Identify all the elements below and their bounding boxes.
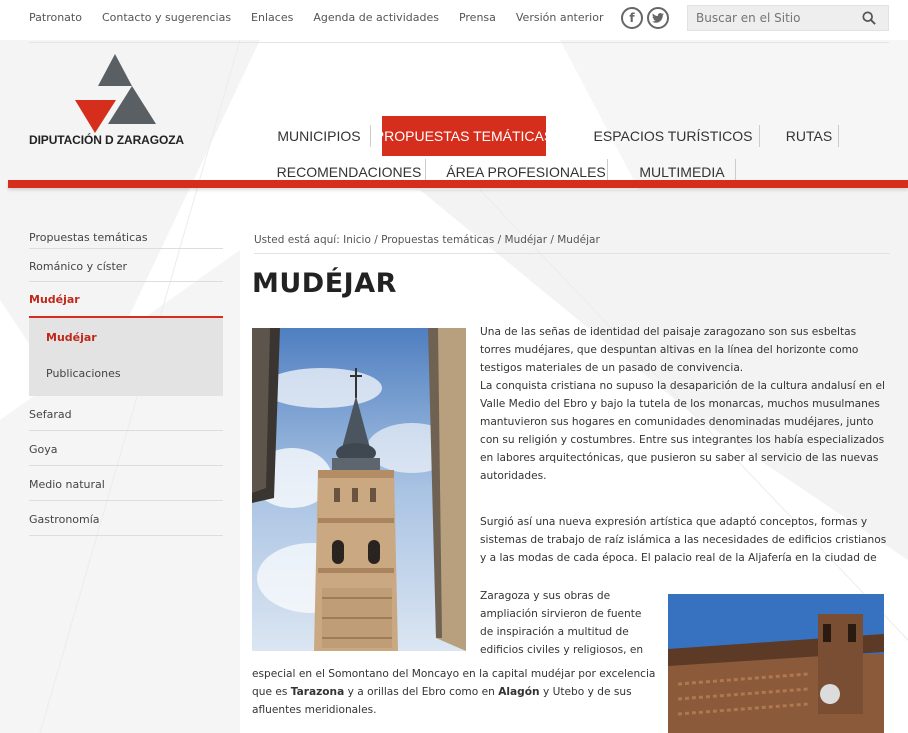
sidebar-item-romanico[interactable]: Románico y císter <box>29 249 223 282</box>
sidebar-item-sefarad[interactable]: Sefarad <box>29 396 223 431</box>
sidebar-item-label: Mudéjar <box>29 293 80 306</box>
sidebar-item-mudejar[interactable]: Mudéjar <box>29 282 223 318</box>
sidebar-item-label: Goya <box>29 443 58 456</box>
logo-text[interactable]: DIPUTACIÓN D ZARAGOZA <box>29 133 184 147</box>
sidebar: Propuestas temáticas Románico y císter M… <box>29 228 223 536</box>
sidebar-submenu: Mudéjar Publicaciones <box>29 318 223 396</box>
nav-separator <box>759 125 760 147</box>
nav-propuestas-tematicas[interactable]: PROPUESTAS TEMÁTICAS <box>375 116 553 156</box>
paragraph-5-text-b: y a orillas del Ebro como en <box>344 686 499 698</box>
top-link-contacto[interactable]: Contacto y sugerencias <box>102 11 231 24</box>
search-icon[interactable] <box>862 11 876 25</box>
search-input[interactable] <box>696 9 846 27</box>
nav-rutas[interactable]: RUTAS <box>775 116 843 156</box>
sidebar-item-label: Románico y císter <box>29 260 128 273</box>
top-links: Patronato Contacto y sugerencias Enlaces… <box>29 11 623 24</box>
sidebar-item-label: Propuestas temáticas <box>29 231 148 244</box>
nav-espacios-turisticos[interactable]: ESPACIOS TURÍSTICOS <box>592 116 754 156</box>
social-links: f <box>621 7 669 29</box>
nav-separator <box>735 159 736 181</box>
nav-red-bar <box>8 180 908 188</box>
top-link-enlaces[interactable]: Enlaces <box>251 11 293 24</box>
paragraph-3: Surgió así una nueva expresión artística… <box>480 516 887 564</box>
nav-municipios[interactable]: MUNICIPIOS <box>270 116 368 156</box>
nav-separator <box>838 125 839 147</box>
sidebar-subitem-mudejar[interactable]: Mudéjar <box>29 318 223 352</box>
sidebar-item-medio-natural[interactable]: Medio natural <box>29 466 223 501</box>
top-link-agenda[interactable]: Agenda de actividades <box>313 11 439 24</box>
paragraph-4: Zaragoza y sus obras de ampliación sirvi… <box>480 590 644 656</box>
link-tarazona[interactable]: Tarazona <box>291 686 345 698</box>
breadcrumb: Usted está aquí: Inicio / Propuestas tem… <box>254 234 600 246</box>
link-alagon[interactable]: Alagón <box>498 686 539 698</box>
facebook-icon[interactable]: f <box>621 7 643 29</box>
sidebar-subitem-publicaciones[interactable]: Publicaciones <box>29 352 223 396</box>
top-link-prensa[interactable]: Prensa <box>459 11 496 24</box>
sidebar-item-goya[interactable]: Goya <box>29 431 223 466</box>
top-link-patronato[interactable]: Patronato <box>29 11 82 24</box>
top-link-version-anterior[interactable]: Versión anterior <box>516 11 604 24</box>
top-divider <box>29 42 889 43</box>
nav-separator <box>370 125 371 147</box>
search-box <box>687 5 889 31</box>
sidebar-item-label: Gastronomía <box>29 513 100 526</box>
tower-photo <box>252 328 466 651</box>
paragraph-2: La conquista cristiana no supuso la desa… <box>480 380 885 482</box>
palace-photo <box>668 594 884 733</box>
top-bar: Patronato Contacto y sugerencias Enlaces… <box>0 0 908 40</box>
sidebar-item-label: Sefarad <box>29 408 72 421</box>
paragraph-5: especial en el Somontano del Moncayo en … <box>252 665 662 719</box>
sidebar-item-label: Medio natural <box>29 478 105 491</box>
sidebar-item-propuestas-tematicas[interactable]: Propuestas temáticas <box>29 228 223 249</box>
twitter-icon[interactable] <box>647 7 669 29</box>
nav-separator <box>607 159 608 181</box>
sidebar-item-gastronomia[interactable]: Gastronomía <box>29 501 223 536</box>
page-title: MUDÉJAR <box>252 268 397 299</box>
breadcrumb-divider <box>254 253 890 254</box>
nav-separator <box>425 159 426 181</box>
paragraph-1: Una de las señas de identidad del paisaj… <box>480 326 859 374</box>
